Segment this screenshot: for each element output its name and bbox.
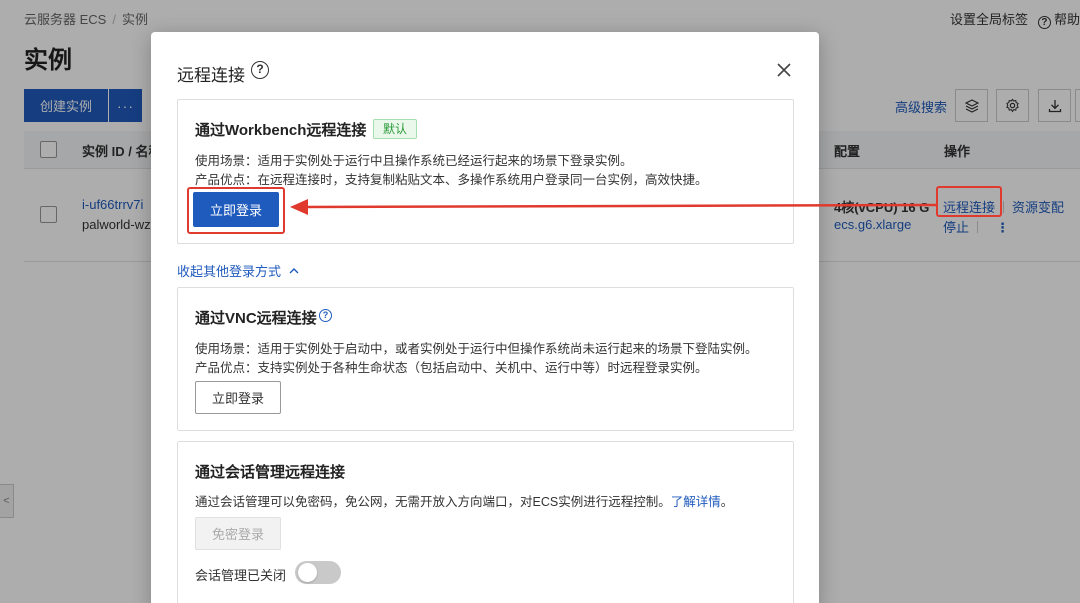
workbench-advantage: 产品优点：在远程连接时，支持复制粘贴文本、多操作系统用户登录同一台实例，高效快捷…: [195, 173, 708, 187]
vnc-login-button[interactable]: 立即登录: [195, 381, 281, 414]
passwordless-login-button: 免密登录: [195, 517, 281, 550]
collapse-label: 收起其他登录方式: [177, 264, 282, 279]
collapse-other-methods[interactable]: 收起其他登录方式: [177, 261, 299, 280]
session-title: 通过会话管理远程连接: [195, 464, 346, 481]
session-manager-card: 通过会话管理远程连接 通过会话管理可以免密码，免公网，无需开放入方向端口，对EC…: [177, 441, 794, 603]
dialog-title: 远程连接: [177, 66, 245, 85]
remote-connect-highlight: [936, 186, 1002, 217]
session-desc: 通过会话管理可以免密码，免公网，无需开放入方向端口，对ECS实例进行远程控制。了…: [195, 491, 733, 510]
learn-more-link[interactable]: 了解详情: [671, 495, 721, 509]
session-desc-end: 。: [720, 495, 734, 509]
close-icon[interactable]: [776, 62, 792, 78]
toggle-knob: [298, 563, 317, 582]
workbench-title: 通过Workbench远程连接: [195, 122, 367, 139]
login-button-highlight: [187, 187, 285, 234]
vnc-help-icon[interactable]: ?: [319, 309, 332, 322]
vnc-usage: 使用场景：适用于实例处于启动中，或者实例处于运行中但操作系统尚未运行起来的场景下…: [195, 342, 758, 356]
session-desc-text: 通过会话管理可以免密码，免公网，无需开放入方向端口，对ECS实例进行远程控制。: [195, 495, 671, 509]
chevron-up-icon: [289, 268, 299, 274]
session-toggle-label: 会话管理已关闭: [195, 568, 287, 583]
remote-connect-dialog: 远程连接 ? 通过Workbench远程连接 默认 使用场景：适用于实例处于运行…: [151, 32, 819, 603]
default-badge: 默认: [373, 119, 418, 139]
vnc-advantage: 产品优点：支持实例处于各种生命状态（包括启动中、关机中、运行中等）时远程登录实例…: [195, 361, 708, 375]
vnc-title: 通过VNC远程连接: [195, 310, 317, 327]
vnc-card: 通过VNC远程连接 ? 使用场景：适用于实例处于启动中，或者实例处于运行中但操作…: [177, 287, 794, 431]
session-manager-toggle[interactable]: [295, 561, 341, 584]
workbench-usage: 使用场景：适用于实例处于运行中且操作系统已经运行起来的场景下登录实例。: [195, 154, 633, 168]
question-circle-icon[interactable]: ?: [251, 61, 269, 79]
